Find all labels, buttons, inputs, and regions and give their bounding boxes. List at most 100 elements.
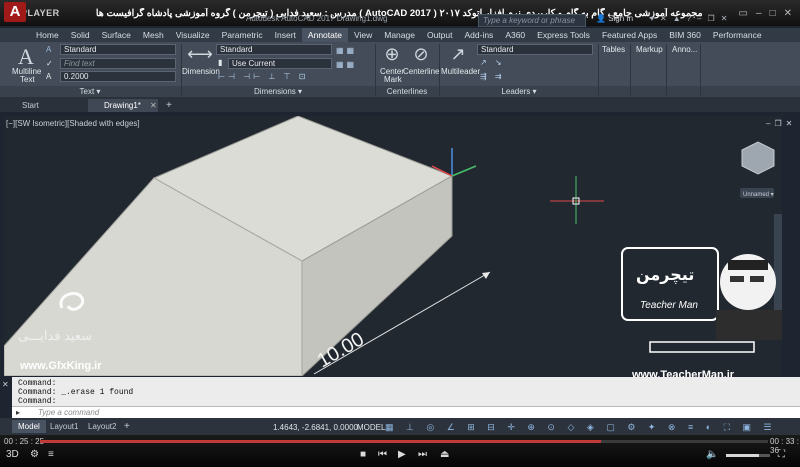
logo-keyboard: [649, 341, 755, 353]
file-tab-drawing1[interactable]: Drawing1*: [88, 99, 158, 112]
annotation-scaling-panel[interactable]: Anno...: [672, 45, 697, 54]
exchange-icon[interactable]: ✕: [660, 14, 673, 23]
next-icon[interactable]: ⏭: [418, 449, 427, 460]
tables-panel[interactable]: Tables: [602, 45, 625, 54]
tab-surface[interactable]: Surface: [96, 28, 137, 42]
leader-add-icons[interactable]: ↗ ↘: [480, 58, 505, 67]
playlist-icon[interactable]: ≡: [48, 449, 54, 460]
speaker-icon[interactable]: 🔈: [706, 449, 718, 460]
multiline-text-label-2[interactable]: Text: [20, 75, 35, 84]
drawing-viewport[interactable]: 10.00 Unnamed ▾ تیچرمن Teacher Man: [4, 116, 782, 376]
help-icon[interactable]: ?: [687, 14, 697, 23]
tab-solid[interactable]: Solid: [65, 28, 96, 42]
dimensions-panel-label[interactable]: Dimensions ▾: [182, 86, 374, 97]
command-line-input[interactable]: Type a command: [12, 406, 800, 418]
title-toolbar-icons: ▾✕▲?–❐✕: [650, 14, 733, 23]
viewport-controls-label[interactable]: [−][SW Isometric][Shaded with edges]: [6, 119, 140, 128]
tab-view[interactable]: View: [348, 28, 378, 42]
centerline-label[interactable]: Centerline: [403, 67, 439, 76]
close-tab-icon[interactable]: ✕: [150, 101, 157, 110]
player-window-controls: ▭ – □ ✕: [739, 8, 800, 19]
centerline-icon[interactable]: ⊘: [408, 44, 434, 65]
player-title: مجموعه آموزشی جامع ، گام به گام و کاربرد…: [95, 7, 703, 19]
layout-tab-layout1[interactable]: Layout1: [44, 420, 84, 433]
command-window-handle[interactable]: ✕: [2, 380, 9, 389]
text-style-select[interactable]: Standard: [60, 44, 176, 55]
stop-icon[interactable]: ■: [360, 449, 366, 460]
logo-glasses-right: [750, 276, 764, 282]
restore-icon[interactable]: ❐: [774, 119, 785, 128]
text-height-select[interactable]: 0.2000: [60, 71, 176, 82]
tab-mesh[interactable]: Mesh: [137, 28, 170, 42]
dimension-layer-select[interactable]: Use Current: [228, 58, 332, 69]
multileader-label[interactable]: Multileader: [441, 67, 480, 76]
panel-divider: [598, 44, 599, 96]
dimension-icon[interactable]: ⟷: [186, 44, 214, 65]
dimension-tools-icons[interactable]: ⊢⊣ ⊣⊢ ⊥ ⊤ ⊡: [218, 72, 308, 81]
check-spelling-icon[interactable]: ✓: [46, 59, 53, 68]
settings-icon[interactable]: ⚙: [30, 449, 39, 460]
command-history-line: Command: _.erase 1 found: [18, 388, 134, 397]
multileader-icon[interactable]: ↗: [446, 44, 470, 65]
dimension-extra-icons[interactable]: ▦▦: [336, 46, 357, 55]
dimension-label[interactable]: Dimension: [182, 67, 220, 76]
watermark-left-url: www.GfxKing.ir: [20, 360, 102, 372]
tab-parametric[interactable]: Parametric: [216, 28, 269, 42]
tab-performance[interactable]: Performance: [707, 28, 768, 42]
dimension-extra-icons-2[interactable]: ▦▦: [336, 60, 357, 69]
model-space-toggle[interactable]: MODEL: [357, 423, 385, 432]
pin-icon[interactable]: ▭: [739, 8, 748, 19]
play-icon[interactable]: ▶: [398, 449, 406, 460]
elapsed-time: 00 : 25 : 25: [4, 437, 45, 446]
viewcube-ucs-label[interactable]: Unnamed ▾: [743, 192, 774, 198]
text-panel-label[interactable]: Text ▾: [0, 86, 180, 97]
minimize-icon[interactable]: –: [756, 8, 762, 19]
tab-express-tools[interactable]: Express Tools: [531, 28, 596, 42]
autocad-application-button[interactable]: A: [4, 2, 26, 22]
gfxking-logo-icon: [59, 292, 85, 311]
tab-bim-360[interactable]: BIM 360: [663, 28, 707, 42]
cart-icon[interactable]: ▾: [650, 14, 660, 23]
layout-tab-layout2[interactable]: Layout2: [82, 420, 122, 433]
tab-visualize[interactable]: Visualize: [170, 28, 216, 42]
tab-manage[interactable]: Manage: [378, 28, 421, 42]
tab-home[interactable]: Home: [30, 28, 65, 42]
text-style-icon: A: [46, 45, 52, 54]
seek-bar-progress: [40, 440, 601, 443]
multileader-style-select[interactable]: Standard: [477, 44, 593, 55]
fullscreen-icon[interactable]: ⛶: [778, 449, 785, 460]
help-search-input[interactable]: Type a keyword or phrase: [478, 14, 586, 27]
close-icon[interactable]: ✕: [721, 14, 734, 23]
markup-panel[interactable]: Markup: [636, 45, 663, 54]
center-mark-label-2[interactable]: Mark: [384, 75, 402, 84]
command-history: Command: Command: _.erase 1 found Command:: [12, 377, 800, 406]
leaders-panel-label[interactable]: Leaders ▾: [440, 86, 598, 97]
minimize-icon[interactable]: –: [697, 14, 707, 23]
status-toggle-icons[interactable]: ▦ ⊥ ◎ ∠ ⊞ ⊟ ✛ ⊕ ⊙ ◇ ◈ ▢ ⚙ ✦ ⊗ ≡ ◐ ⛶ ▣ ☰: [385, 422, 777, 433]
restore-icon[interactable]: ❐: [708, 14, 721, 23]
a360-icon[interactable]: ▲: [673, 14, 687, 23]
previous-icon[interactable]: ⏮: [378, 449, 387, 460]
command-prompt-icon[interactable]: ▸: [16, 408, 20, 417]
sign-in-button[interactable]: 👤 Sign In: [596, 14, 633, 23]
viewcube-icon[interactable]: [741, 141, 775, 175]
3d-icon[interactable]: 3D: [6, 449, 19, 460]
leader-align-icons[interactable]: ⇶ ⇉: [480, 72, 505, 81]
close-icon[interactable]: ✕: [786, 119, 797, 128]
tab-a360[interactable]: A360: [499, 28, 531, 42]
close-icon[interactable]: ✕: [784, 8, 792, 19]
new-tab-icon[interactable]: +: [166, 100, 172, 111]
tab-add-ins[interactable]: Add-ins: [458, 28, 499, 42]
eject-icon[interactable]: ⏏: [440, 449, 449, 460]
add-layout-icon[interactable]: +: [124, 421, 130, 432]
tab-insert[interactable]: Insert: [269, 28, 302, 42]
maximize-icon[interactable]: □: [770, 8, 776, 19]
tab-annotate[interactable]: Annotate: [301, 28, 348, 42]
tab-featured-apps[interactable]: Featured Apps: [596, 28, 663, 42]
layout-tab-model[interactable]: Model: [12, 420, 46, 433]
tab-output[interactable]: Output: [421, 28, 459, 42]
center-mark-icon[interactable]: ⊕: [380, 44, 404, 65]
file-tab-start[interactable]: Start: [6, 99, 86, 112]
find-text-input[interactable]: Find text: [60, 58, 176, 69]
dimension-style-select[interactable]: Standard: [216, 44, 332, 55]
